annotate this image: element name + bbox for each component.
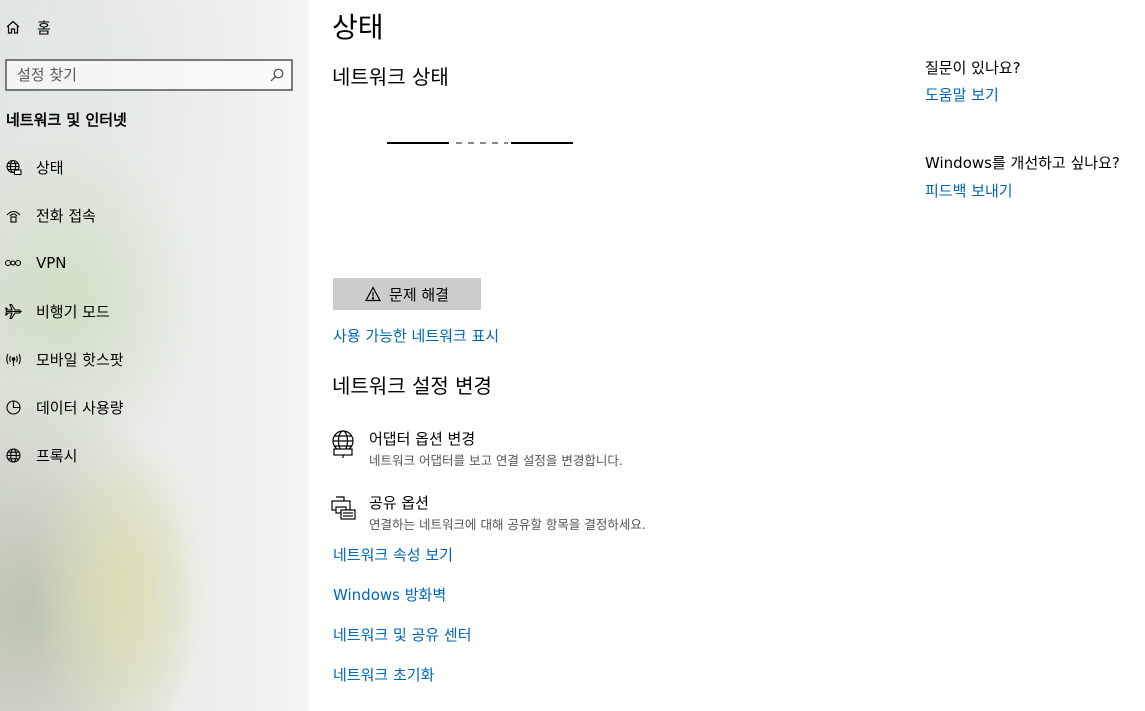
- globe-status-icon: [4, 158, 22, 176]
- network-status-diagram: [387, 142, 573, 144]
- network-sharing-center-link[interactable]: 네트워크 및 공유 센터: [333, 624, 472, 645]
- globe-icon: [4, 446, 22, 464]
- sidebar-item-dialup[interactable]: 전화 접속: [0, 195, 309, 235]
- sidebar-item-label: VPN: [36, 254, 67, 272]
- adapter-icon: [332, 430, 354, 458]
- sidebar-item-label: 데이터 사용량: [36, 398, 124, 417]
- send-feedback-link[interactable]: 피드백 보내기: [925, 180, 1013, 201]
- sidebar-item-label: 홈: [37, 18, 51, 37]
- search-input[interactable]: [7, 61, 267, 89]
- warning-icon: [365, 286, 382, 302]
- view-network-properties-link[interactable]: 네트워크 속성 보기: [333, 544, 453, 565]
- sidebar-item-data-usage[interactable]: 데이터 사용량: [0, 387, 309, 427]
- sidebar-item-label: 전화 접속: [36, 206, 96, 225]
- data-usage-icon: [4, 398, 22, 416]
- option-title: 어댑터 옵션 변경: [369, 430, 476, 448]
- option-title: 공유 옵션: [369, 494, 429, 512]
- show-available-networks-link[interactable]: 사용 가능한 네트워크 표시: [333, 325, 499, 346]
- help-question-text: 질문이 있나요?: [925, 59, 1021, 77]
- change-network-settings-heading: 네트워크 설정 변경: [332, 374, 492, 398]
- sidebar-item-label: 상태: [36, 158, 64, 177]
- sidebar-item-home[interactable]: 홈: [0, 7, 309, 47]
- sidebar-item-label: 비행기 모드: [36, 302, 110, 321]
- option-description: 연결하는 네트워크에 대해 공유할 항목을 결정하세요.: [369, 517, 646, 532]
- sharing-options-item[interactable]: 공유 옵션 연결하는 네트워크에 대해 공유할 항목을 결정하세요.: [331, 492, 831, 538]
- sidebar-item-vpn[interactable]: VPN: [0, 243, 309, 283]
- adapter-options-item[interactable]: 어댑터 옵션 변경 네트워크 어댑터를 보고 연결 설정을 변경합니다.: [331, 428, 831, 474]
- hotspot-icon: [4, 350, 22, 368]
- sidebar: 홈 네트워크 및 인터넷: [0, 0, 309, 711]
- search-field[interactable]: [5, 59, 293, 91]
- vpn-icon: [4, 254, 22, 272]
- troubleshoot-label: 문제 해결: [389, 285, 449, 304]
- airplane-icon: [4, 302, 22, 320]
- sidebar-item-proxy[interactable]: 프록시: [0, 435, 309, 475]
- improve-windows-text: Windows를 개선하고 싶나요?: [925, 154, 1120, 172]
- main-content: 상태 네트워크 상태 문제 해결 사용 가능한 네트워크 표시 네트워크 설정 …: [309, 0, 1145, 711]
- windows-firewall-link[interactable]: Windows 방화벽: [333, 584, 446, 605]
- network-reset-link[interactable]: 네트워크 초기화: [333, 664, 434, 685]
- get-help-link[interactable]: 도움말 보기: [925, 84, 999, 105]
- settings-window: 홈 네트워크 및 인터넷: [0, 0, 1145, 711]
- troubleshoot-button[interactable]: 문제 해결: [333, 278, 481, 310]
- sidebar-item-status[interactable]: 상태: [0, 147, 309, 187]
- option-description: 네트워크 어댑터를 보고 연결 설정을 변경합니다.: [369, 453, 623, 468]
- sidebar-item-label: 프록시: [36, 446, 78, 465]
- sidebar-item-mobile-hotspot[interactable]: 모바일 핫스팟: [0, 339, 309, 379]
- dialup-icon: [4, 206, 22, 224]
- search-icon[interactable]: [269, 67, 285, 83]
- sidebar-item-airplane-mode[interactable]: 비행기 모드: [0, 291, 309, 331]
- sidebar-item-label: 모바일 핫스팟: [36, 350, 124, 369]
- sharing-icon: [331, 496, 356, 520]
- home-icon: [4, 18, 22, 36]
- sidebar-section-title: 네트워크 및 인터넷: [6, 111, 127, 129]
- page-title: 상태: [332, 11, 384, 44]
- network-status-heading: 네트워크 상태: [332, 65, 449, 89]
